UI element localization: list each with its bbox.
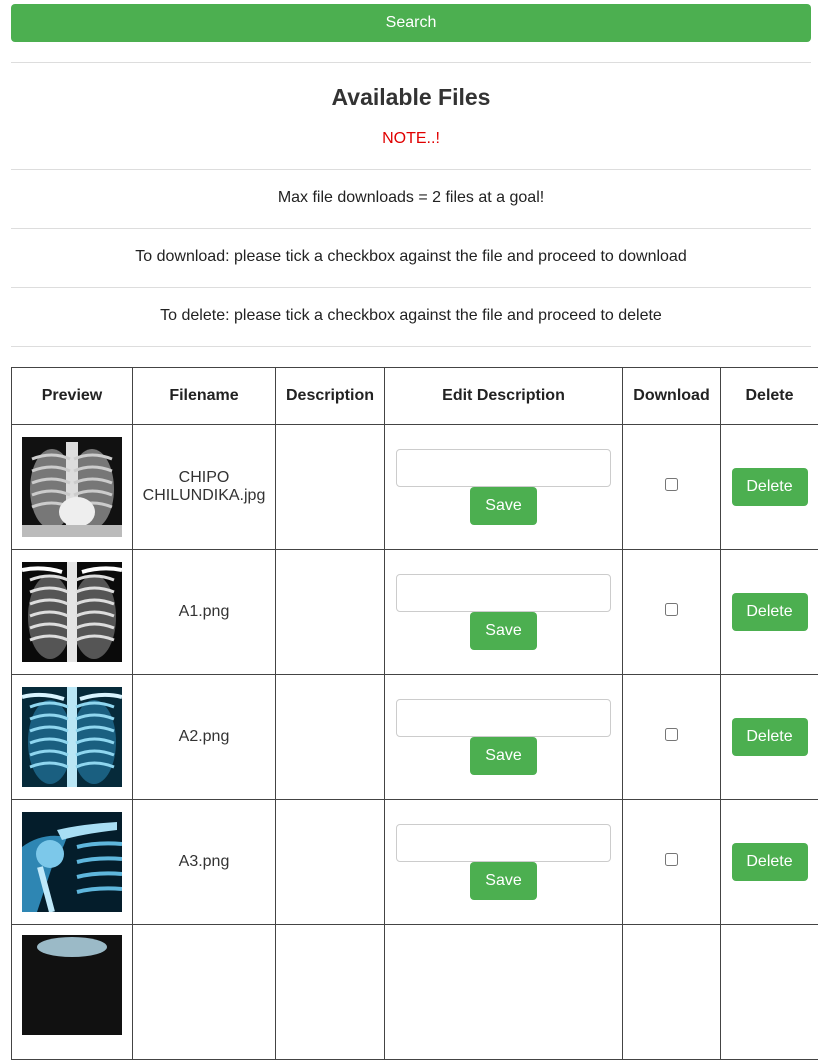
chest-xray-gray-icon <box>22 437 122 537</box>
column-header-download: Download <box>623 368 721 425</box>
download-checkbox[interactable] <box>665 853 678 866</box>
filename-cell: CHIPO CHILUNDIKA.jpg <box>133 425 276 550</box>
table-row: A3.png Save Delete <box>12 800 818 925</box>
delete-cell: Delete <box>721 425 818 550</box>
divider <box>11 62 811 63</box>
preview-cell <box>12 675 133 800</box>
table-row: CHIPO CHILUNDIKA.jpg Save Delete <box>12 425 818 550</box>
filename-cell: A3.png <box>133 800 276 925</box>
table-row <box>12 925 818 1060</box>
download-cell <box>623 550 721 675</box>
download-cell <box>623 675 721 800</box>
delete-cell: Delete <box>721 675 818 800</box>
download-instructions: To download: please tick a checkbox agai… <box>11 248 811 266</box>
edit-description-cell: Save <box>385 550 623 675</box>
filename-cell: A1.png <box>133 550 276 675</box>
filename-cell: A2.png <box>133 675 276 800</box>
download-checkbox[interactable] <box>665 603 678 616</box>
description-cell <box>276 675 385 800</box>
description-input[interactable] <box>396 824 611 862</box>
description-cell <box>276 425 385 550</box>
delete-cell: Delete <box>721 550 818 675</box>
table-row: A2.png Save Delete <box>12 675 818 800</box>
note-label: NOTE..! <box>11 130 811 148</box>
delete-button[interactable]: Delete <box>732 718 808 756</box>
description-cell <box>276 550 385 675</box>
xray-preview-icon <box>22 935 122 1035</box>
save-button[interactable]: Save <box>470 487 537 525</box>
shoulder-xray-blue-icon <box>22 812 122 912</box>
preview-cell <box>12 550 133 675</box>
save-button[interactable]: Save <box>470 612 537 650</box>
column-header-delete: Delete <box>721 368 818 425</box>
column-header-preview: Preview <box>12 368 133 425</box>
files-table: Preview Filename Description Edit Descri… <box>11 367 818 1060</box>
preview-cell <box>12 425 133 550</box>
save-button[interactable]: Save <box>470 737 537 775</box>
max-downloads-text: Max file downloads = 2 files at a goal! <box>11 189 811 207</box>
search-button[interactable]: Search <box>11 4 811 42</box>
table-row: A1.png Save Delete <box>12 550 818 675</box>
delete-cell: Delete <box>721 800 818 925</box>
description-input[interactable] <box>396 449 611 487</box>
download-checkbox[interactable] <box>665 478 678 491</box>
preview-cell <box>12 800 133 925</box>
save-button[interactable]: Save <box>470 862 537 900</box>
column-header-edit-description: Edit Description <box>385 368 623 425</box>
delete-instructions: To delete: please tick a checkbox agains… <box>11 307 811 325</box>
description-input[interactable] <box>396 699 611 737</box>
edit-description-cell: Save <box>385 675 623 800</box>
divider <box>11 169 811 170</box>
delete-button[interactable]: Delete <box>732 468 808 506</box>
download-cell <box>623 425 721 550</box>
edit-description-cell: Save <box>385 425 623 550</box>
divider <box>11 287 811 288</box>
preview-cell <box>12 925 133 1060</box>
column-header-description: Description <box>276 368 385 425</box>
chest-xray-gray-icon <box>22 562 122 662</box>
edit-description-cell: Save <box>385 800 623 925</box>
delete-button[interactable]: Delete <box>732 843 808 881</box>
chest-xray-blue-icon <box>22 687 122 787</box>
description-input[interactable] <box>396 574 611 612</box>
table-header-row: Preview Filename Description Edit Descri… <box>12 368 818 425</box>
description-cell <box>276 800 385 925</box>
download-checkbox[interactable] <box>665 728 678 741</box>
column-header-filename: Filename <box>133 368 276 425</box>
delete-button[interactable]: Delete <box>732 593 808 631</box>
page-title: Available Files <box>11 84 811 111</box>
divider <box>11 228 811 229</box>
download-cell <box>623 800 721 925</box>
divider <box>11 346 811 347</box>
